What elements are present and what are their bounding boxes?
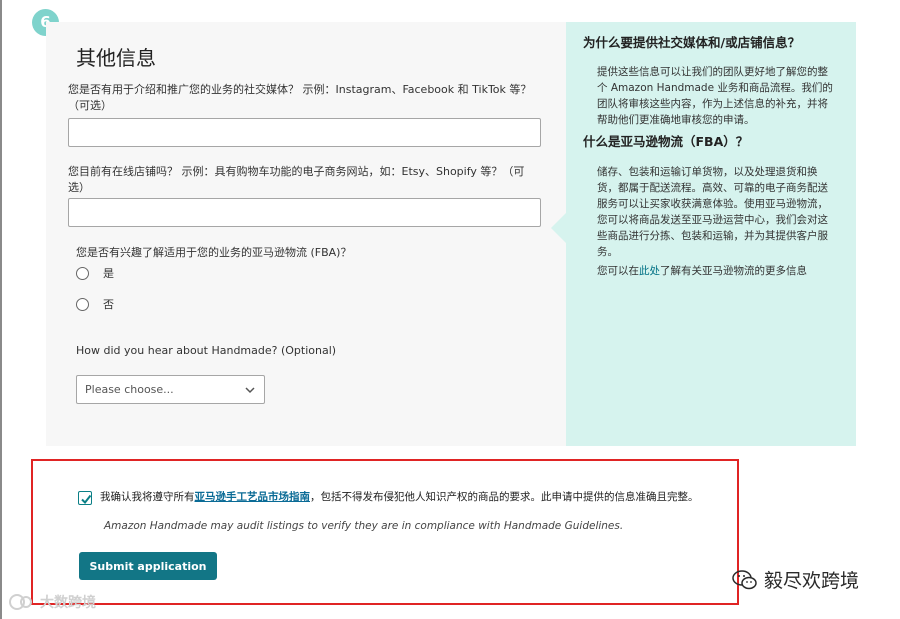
fba-option-yes[interactable]: 是	[76, 265, 114, 281]
what-is-fba-body: 储存、包装和运输订单货物，以及处理退货和换货，都属于配送流程。高效、可靠的电子商…	[597, 166, 828, 258]
handmade-guidelines-link[interactable]: 亚马逊手工艺品市场指南	[195, 491, 311, 503]
watermark-right: 毅尽欢跨境	[732, 566, 859, 593]
confirm-suffix: ，包括不得发布侵犯他人知识产权的商品的要求。此申请中提供的信息准确且完整。	[310, 491, 699, 503]
watermark-right-text: 毅尽欢跨境	[764, 570, 860, 592]
radio-label-yes: 是	[103, 267, 114, 280]
chevron-down-icon	[245, 386, 255, 393]
online-store-input[interactable]	[68, 198, 541, 227]
more-info-suffix: 了解有关亚马逊物流的更多信息	[660, 265, 807, 277]
fba-question: 您是否有兴趣了解适用于您的业务的亚马逊物流 (FBA)？	[76, 246, 352, 259]
submit-application-button[interactable]: Submit application	[79, 552, 217, 580]
fba-more-info-link[interactable]: 此处	[639, 265, 660, 277]
left-divider	[0, 0, 2, 619]
info-panel-pointer	[551, 213, 566, 243]
wechat-icon	[732, 569, 757, 589]
more-info-prefix: 您可以在	[597, 265, 639, 277]
audit-note: Amazon Handmade may audit listings to ve…	[104, 520, 624, 532]
brand-logo-icon	[9, 594, 32, 610]
radio-label-no: 否	[103, 298, 114, 311]
highlight-frame	[31, 459, 739, 605]
confirm-checkbox[interactable]	[78, 491, 92, 505]
select-value: Please choose...	[85, 383, 174, 396]
checkmark-icon	[81, 494, 92, 505]
confirm-statement: 我确认我将遵守所有亚马逊手工艺品市场指南，包括不得发布侵犯他人知识产权的商品的要…	[100, 489, 699, 505]
why-social-title: 为什么要提供社交媒体和/或店铺信息？	[583, 35, 801, 50]
radio-button[interactable]	[76, 297, 89, 311]
fba-more-info: 您可以在此处了解有关亚马逊物流的更多信息	[597, 263, 837, 279]
hear-about-question: How did you hear about Handmade? (Option…	[76, 344, 337, 357]
why-social-body: 提供这些信息可以让我们的团队更好地了解您的整个 Amazon Handmade …	[597, 66, 833, 126]
fba-option-no[interactable]: 否	[76, 296, 114, 312]
radio-button[interactable]	[76, 266, 89, 280]
watermark-left: 大数跨境	[8, 592, 96, 612]
social-media-question: 您是否有用于介绍和推广您的业务的社交媒体？ 示例：Instagram、Faceb…	[68, 83, 532, 112]
section-title: 其他信息	[76, 46, 156, 70]
watermark-left-text: 大数跨境	[40, 595, 96, 611]
social-media-input[interactable]	[68, 118, 541, 147]
confirm-prefix: 我确认我将遵守所有	[100, 491, 195, 503]
what-is-fba-title: 什么是亚马逊物流（FBA）？	[583, 134, 749, 149]
hear-about-select[interactable]: Please choose...	[76, 375, 265, 404]
online-store-question: 您目前有在线店铺吗？ 示例：具有购物车功能的电子商务网站，如：Etsy、Shop…	[68, 165, 525, 194]
